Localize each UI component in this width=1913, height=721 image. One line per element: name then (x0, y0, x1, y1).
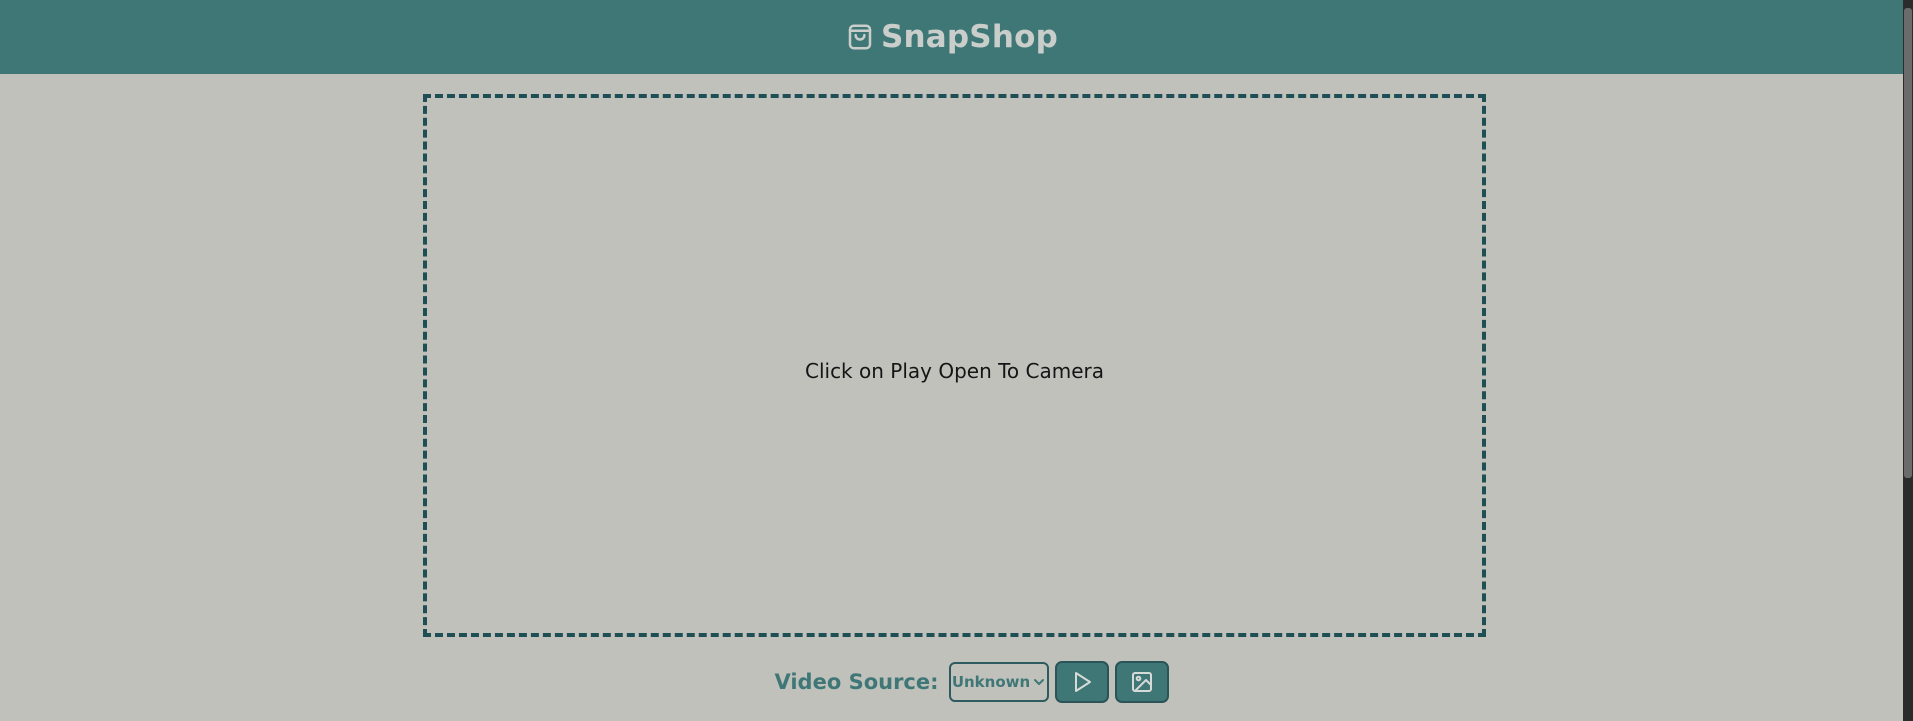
image-button[interactable] (1114, 661, 1169, 703)
shopping-bag-icon (845, 22, 875, 52)
video-source-select[interactable]: Unknown (948, 662, 1049, 702)
preview-message: Click on Play Open To Camera (804, 358, 1105, 383)
play-button[interactable] (1054, 661, 1109, 703)
chevron-down-icon (1033, 676, 1045, 688)
video-controls: Video Source: Unknown (0, 659, 1903, 705)
video-controls-row: Video Source: Unknown (774, 661, 1169, 703)
play-icon (1070, 670, 1094, 694)
image-icon (1130, 670, 1154, 694)
page: SnapShop Click on Play Open To Camera Vi… (0, 0, 1913, 721)
scrollbar-thumb[interactable] (1904, 8, 1912, 478)
video-source-value: Unknown (951, 673, 1031, 691)
app-header: SnapShop (0, 0, 1903, 74)
camera-preview-area: Click on Play Open To Camera (423, 94, 1486, 637)
app-title: SnapShop (881, 19, 1058, 55)
vertical-scrollbar[interactable] (1903, 0, 1913, 721)
video-source-label: Video Source: (774, 670, 939, 694)
brand: SnapShop (845, 19, 1058, 55)
